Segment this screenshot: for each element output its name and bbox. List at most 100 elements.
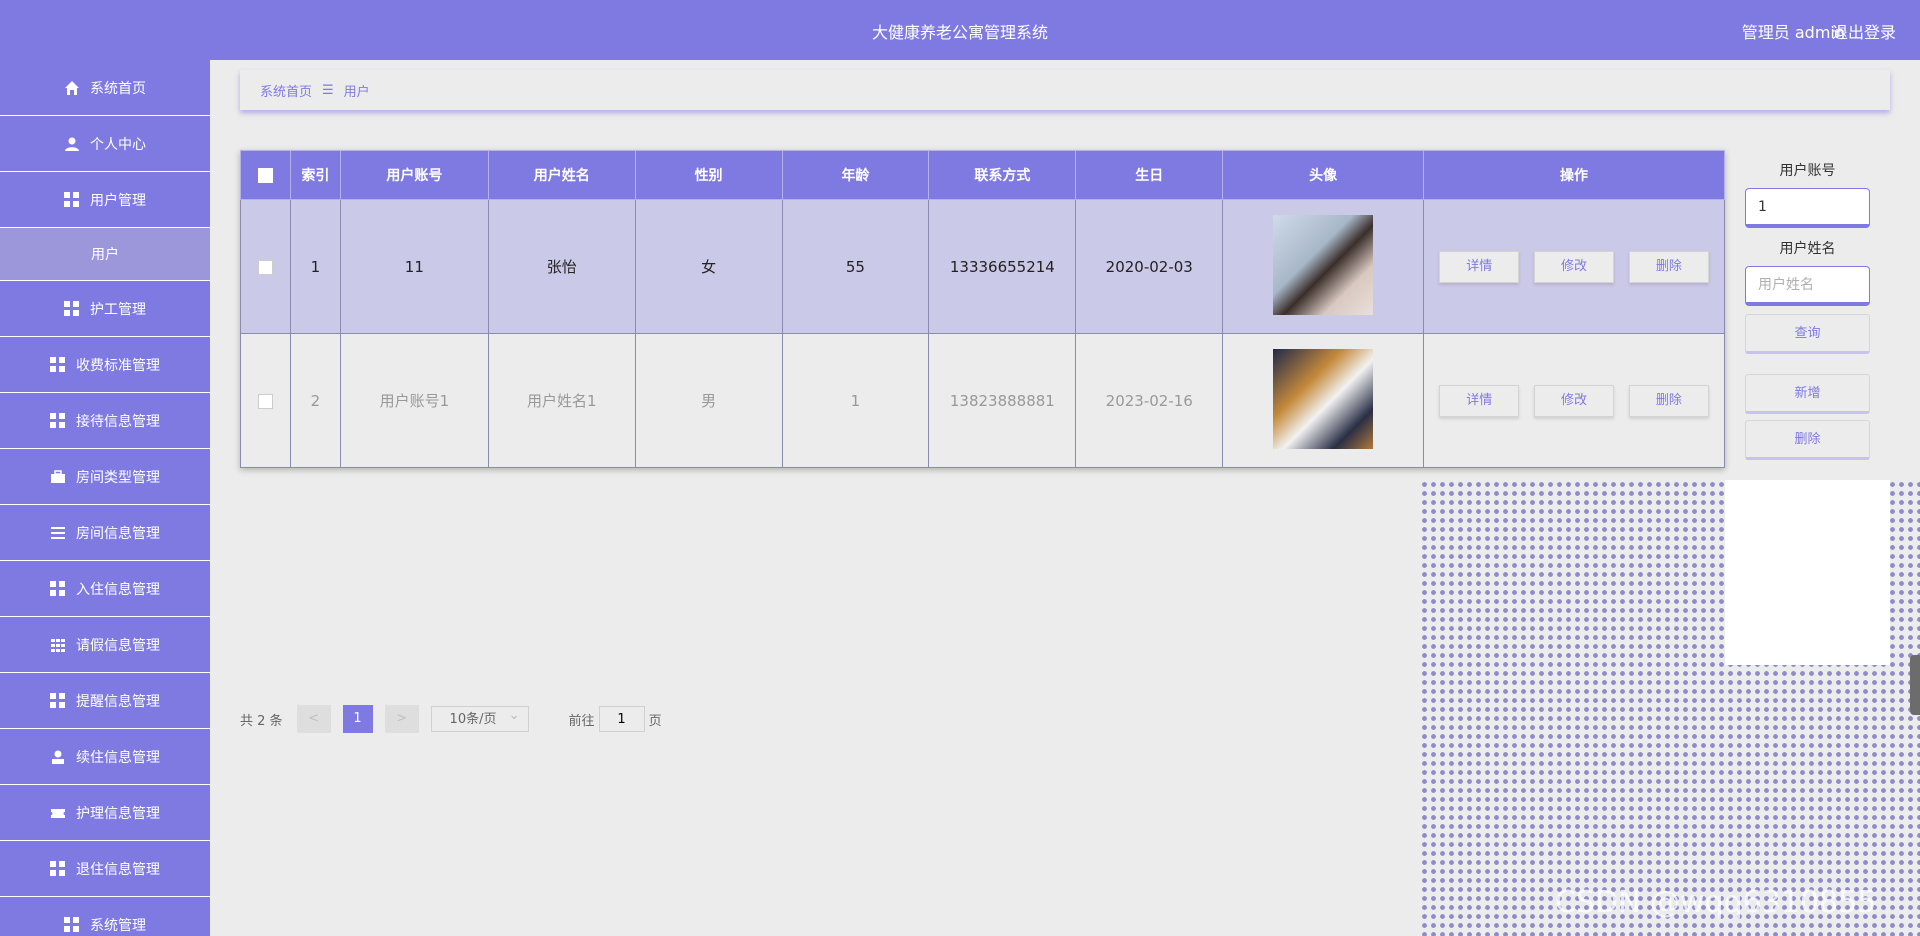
cell-name: 张怡 [487,199,636,334]
sidebar-item-fee-standard[interactable]: 收费标准管理 [0,337,210,393]
column-header: 用户姓名 [487,150,636,200]
sidebar-subitem-user[interactable]: 用户 [0,228,210,281]
breadcrumb: 系统首页 ☰ 用户 [240,70,1890,110]
row-checkbox[interactable] [240,333,291,468]
grid-icon [50,356,66,373]
sidebar-item-profile[interactable]: 个人中心 [0,116,210,172]
page-size-select[interactable]: 10条/页 [430,703,529,732]
detail-button[interactable]: 详情 [1439,384,1520,417]
sidebar-item-home[interactable]: 系统首页 [0,60,210,116]
account-label: 用户账号 [1779,163,1836,179]
sidebar-item-label: 房间信息管理 [76,525,160,542]
home-icon [64,80,80,96]
sidebar: 系统首页 个人中心 用户管理 用户 护工管理 收费标准管理 接待信息管理 房间类… [0,60,210,936]
grid-icon [50,860,66,877]
delete-button[interactable]: 删除 [1628,384,1709,417]
cell-avatar [1222,199,1425,334]
cell-phone: 13823888881 [928,333,1077,468]
breadcrumb-separator-icon: ☰ [322,82,334,98]
avatar [1273,348,1374,449]
cell-gender: 女 [634,199,783,334]
cell-actions: 详情 修改 删除 [1423,333,1725,468]
list-icon [50,525,66,541]
goto-label: 前往 [568,713,595,729]
batch-delete-button[interactable]: 删除 [1745,420,1870,460]
sidebar-item-label: 续住信息管理 [76,749,160,766]
cell-account: 11 [339,199,489,334]
sidebar-item-label: 提醒信息管理 [76,693,160,710]
scroll-handle[interactable] [1910,655,1920,715]
sidebar-item-leave[interactable]: 请假信息管理 [0,617,210,673]
query-button[interactable]: 查询 [1745,314,1870,354]
edit-button[interactable]: 修改 [1534,250,1615,283]
sidebar-item-room-type[interactable]: 房间类型管理 [0,449,210,505]
cell-account: 用户账号1 [339,333,489,468]
edit-button[interactable]: 修改 [1534,384,1615,417]
column-header: 索引 [289,150,341,200]
user-table: 索引 用户账号 用户姓名 性别 年龄 联系方式 生日 头像 操作 1 11 张怡… [240,150,1725,468]
account-search-input[interactable] [1745,188,1870,228]
name-search-input[interactable] [1745,266,1870,306]
page-number[interactable]: 1 [342,705,373,733]
select-all-checkbox[interactable] [240,150,291,200]
column-header: 联系方式 [928,150,1077,200]
cell-gender: 男 [634,333,783,468]
sidebar-item-caregiver-management[interactable]: 护工管理 [0,281,210,337]
sidebar-item-user-management[interactable]: 用户管理 [0,172,210,228]
decorative-panel [1725,480,1890,665]
sidebar-item-label: 系统首页 [90,80,146,97]
cell-phone: 13336655214 [928,199,1077,334]
top-bar: 大健康养老公寓管理系统 管理员 admin 退出登录 [0,0,1920,60]
sidebar-item-label: 入住信息管理 [76,581,160,598]
table-row[interactable]: 2 用户账号1 用户姓名1 男 1 13823888881 2023-02-16… [240,333,1725,468]
table-icon [50,637,66,653]
sidebar-item-label: 接待信息管理 [76,413,160,430]
sidebar-item-label: 收费标准管理 [76,357,160,374]
sidebar-item-label: 护工管理 [90,301,146,318]
table-row[interactable]: 1 11 张怡 女 55 13336655214 2020-02-03 详情 修… [240,199,1725,334]
grid-icon [64,300,80,317]
app-title: 大健康养老公寓管理系统 [871,23,1048,42]
sidebar-item-room-info[interactable]: 房间信息管理 [0,505,210,561]
cell-index: 2 [289,333,341,468]
prev-page-button[interactable]: < [296,705,331,733]
detail-button[interactable]: 详情 [1439,250,1520,283]
grid-icon [50,580,66,597]
avatar [1273,214,1374,315]
sidebar-item-reception[interactable]: 接待信息管理 [0,393,210,449]
user-icon [64,136,80,152]
next-page-button[interactable]: > [384,705,419,733]
cell-age: 1 [781,333,930,468]
breadcrumb-home[interactable]: 系统首页 [260,81,312,100]
sidebar-item-reminder[interactable]: 提醒信息管理 [0,673,210,729]
sidebar-item-system[interactable]: 系统管理 [0,897,210,936]
cell-name: 用户姓名1 [487,333,636,468]
grid-icon [64,191,80,208]
sidebar-item-nursing[interactable]: 护理信息管理 [0,785,210,841]
sidebar-item-label: 请假信息管理 [76,637,160,654]
column-header: 操作 [1423,150,1725,200]
delete-button[interactable]: 删除 [1628,250,1709,283]
table-header-row: 索引 用户账号 用户姓名 性别 年龄 联系方式 生日 头像 操作 [240,150,1725,200]
watermark: CSDN @wqq6310855 [1555,885,1877,920]
column-header: 年龄 [781,150,930,200]
logout-link[interactable]: 退出登录 [1832,19,1896,43]
goto-page-input[interactable] [598,706,645,732]
sidebar-item-label: 退住信息管理 [76,861,160,878]
sidebar-item-checkout[interactable]: 退住信息管理 [0,841,210,897]
name-label: 用户姓名 [1779,241,1836,257]
search-panel: 用户账号 用户姓名 查询 新增 删除 [1745,150,1870,460]
sidebar-item-label: 个人中心 [90,136,146,153]
row-checkbox[interactable] [240,199,291,334]
add-button[interactable]: 新增 [1745,374,1870,414]
page-unit-label: 页 [648,713,662,729]
sidebar-item-checkin[interactable]: 入住信息管理 [0,561,210,617]
cell-index: 1 [289,199,341,334]
breadcrumb-current: 用户 [343,84,370,100]
pagination: 共 2 条 < 1 > 10条/页 前往 页 [240,703,662,733]
sidebar-item-label: 护理信息管理 [76,805,160,822]
sidebar-item-renewal[interactable]: 续住信息管理 [0,729,210,785]
sidebar-item-label: 用户管理 [90,192,146,209]
sidebar-item-label: 系统管理 [90,917,146,934]
cell-birthday: 2020-02-03 [1075,199,1224,334]
